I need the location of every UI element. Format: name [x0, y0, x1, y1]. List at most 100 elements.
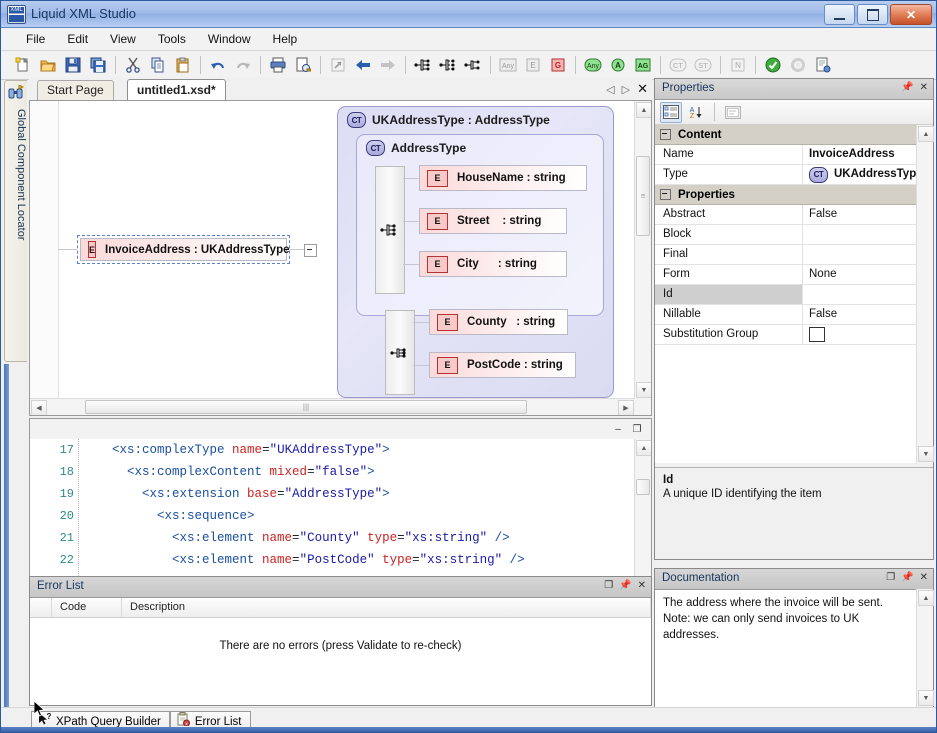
documentation-vertical-scrollbar[interactable]: ▲ ▼ [916, 589, 934, 707]
complex-type-ukaddresstype[interactable]: CT UKAddressType : AddressType CT Addres… [337, 106, 614, 398]
property-pages-button[interactable] [722, 102, 744, 123]
add-choice-icon[interactable] [436, 53, 460, 77]
pin-icon[interactable]: 📌 [901, 572, 913, 583]
diagram-canvas[interactable]: CT UKAddressType : AddressType CT Addres… [30, 101, 635, 399]
diagram-horizontal-scrollbar[interactable]: ◀ ||| ▶ [30, 398, 635, 415]
sequence-indicator-inner[interactable] [375, 166, 405, 294]
property-row[interactable]: Final [655, 245, 933, 265]
scroll-down-arrow-icon[interactable]: ▼ [918, 446, 934, 462]
properties-pane[interactable]: Properties 📌 ✕ AZ Content Name InvoiceAd… [654, 78, 934, 560]
code-line[interactable]: <xs:element name="PostCode" type="xs:str… [82, 549, 635, 571]
property-row[interactable]: Abstract False [655, 205, 933, 225]
menu-item-view[interactable]: View [99, 29, 147, 49]
scroll-thumb[interactable]: ≡ [636, 156, 650, 236]
element-invoiceaddress[interactable]: E InvoiceAddress : UKAddressType [80, 238, 290, 261]
code-line[interactable]: <xs:sequence> [82, 505, 635, 527]
pin-icon[interactable]: 📌 [619, 580, 631, 591]
any-icon[interactable]: Any [496, 53, 520, 77]
notation-icon[interactable]: N [726, 53, 750, 77]
property-value[interactable] [803, 245, 933, 264]
selected-element-node[interactable]: E InvoiceAddress : UKAddressType [77, 235, 290, 264]
scroll-right-arrow-icon[interactable]: ▶ [618, 400, 634, 415]
property-value[interactable] [803, 225, 933, 244]
diagram-vertical-scrollbar[interactable]: ▲ ≡ ▼ [634, 101, 651, 399]
tab-start-page[interactable]: Start Page [37, 80, 114, 100]
categorized-view-button[interactable] [660, 101, 682, 123]
tab-untitled1-xsd[interactable]: untitled1.xsd* [127, 79, 226, 101]
tab-prev-icon[interactable]: ◁ [606, 83, 614, 96]
close-icon[interactable]: ✕ [920, 82, 928, 93]
error-column-description[interactable]: Description [122, 598, 651, 617]
element-county[interactable]: E County : string [429, 309, 568, 335]
cut-icon[interactable] [121, 53, 145, 77]
property-value[interactable]: None [803, 265, 933, 284]
property-row[interactable]: Form None [655, 265, 933, 285]
tab-next-icon[interactable]: ▷ [622, 83, 630, 96]
scroll-left-arrow-icon[interactable]: ◀ [31, 400, 47, 415]
schema-diagram-pane[interactable]: CT UKAddressType : AddressType CT Addres… [29, 100, 652, 416]
property-row[interactable]: Id [655, 285, 933, 305]
complex-type-icon[interactable]: CT [666, 53, 690, 77]
open-file-icon[interactable] [36, 53, 60, 77]
undo-icon[interactable] [206, 53, 230, 77]
property-row[interactable]: Substitution Group [655, 325, 933, 345]
properties-vertical-scrollbar[interactable]: ▲ ▼ [916, 125, 934, 463]
element-housename[interactable]: E HouseName : string [419, 165, 587, 191]
add-all-icon[interactable] [461, 53, 485, 77]
navigate-icon[interactable] [326, 53, 350, 77]
save-icon[interactable] [61, 53, 85, 77]
scroll-up-arrow-icon[interactable]: ▲ [636, 102, 651, 118]
documentation-pane[interactable]: Documentation ❐ 📌 ✕ The address where th… [654, 568, 934, 708]
code-line[interactable]: <xs:complexType name="UKAddressType"> [82, 439, 635, 461]
new-file-icon[interactable] [11, 53, 35, 77]
scroll-down-arrow-icon[interactable]: ▼ [636, 382, 651, 398]
substitution-group-field[interactable] [809, 327, 825, 342]
property-value[interactable]: CT UKAddressType [803, 165, 933, 184]
element-street[interactable]: E Street : string [419, 208, 567, 234]
simple-type-icon[interactable]: ST [691, 53, 715, 77]
property-value[interactable] [803, 285, 933, 304]
collapse-node-button[interactable] [304, 244, 317, 257]
save-all-icon[interactable] [86, 53, 110, 77]
menu-item-edit[interactable]: Edit [56, 29, 99, 49]
attribute-group-icon[interactable]: AG [631, 53, 655, 77]
property-value[interactable]: InvoiceAddress [803, 145, 933, 164]
minimize-button[interactable] [824, 4, 855, 25]
alphabetical-sort-button[interactable]: AZ [685, 102, 707, 123]
float-icon[interactable]: ❐ [886, 572, 895, 583]
back-icon[interactable] [351, 53, 375, 77]
group-icon[interactable]: G [546, 53, 570, 77]
close-icon[interactable]: ✕ [920, 572, 928, 583]
scroll-thumb[interactable] [636, 479, 650, 495]
close-button[interactable]: ✕ [890, 4, 932, 25]
validate-icon[interactable] [761, 53, 785, 77]
menu-item-help[interactable]: Help [262, 29, 309, 49]
property-row[interactable]: Nillable False [655, 305, 933, 325]
property-row[interactable]: Name InvoiceAddress [655, 145, 933, 165]
print-icon[interactable] [266, 53, 290, 77]
generate-code-icon[interactable] [811, 53, 835, 77]
error-list-pane[interactable]: Error List ❐ 📌 ✕ Code Description There … [29, 576, 652, 706]
copy-icon[interactable] [146, 53, 170, 77]
code-line[interactable]: <xs:element name="County" type="xs:strin… [82, 527, 635, 549]
add-sequence-icon[interactable] [411, 53, 435, 77]
scroll-up-arrow-icon[interactable]: ▲ [636, 440, 651, 456]
paste-icon[interactable] [171, 53, 195, 77]
sidebar-item-global-component-locator[interactable]: Global Component Locator [4, 80, 27, 362]
collapse-icon[interactable] [660, 129, 671, 140]
scroll-up-arrow-icon[interactable]: ▲ [918, 126, 934, 142]
property-category-properties[interactable]: Properties [655, 185, 933, 205]
code-minimize-button[interactable]: – [611, 422, 625, 436]
print-preview-icon[interactable] [291, 53, 315, 77]
any-attribute-icon[interactable]: Any [581, 53, 605, 77]
settings-icon[interactable] [786, 53, 810, 77]
menu-item-window[interactable]: Window [197, 29, 262, 49]
property-category-content[interactable]: Content [655, 125, 933, 145]
redo-icon[interactable] [231, 53, 255, 77]
element-icon[interactable]: E [521, 53, 545, 77]
sequence-indicator-outer[interactable] [385, 310, 415, 395]
code-line[interactable]: <xs:complexContent mixed="false"> [82, 461, 635, 483]
attribute-icon[interactable]: A [606, 53, 630, 77]
menu-item-tools[interactable]: Tools [147, 29, 197, 49]
property-row[interactable]: Type CT UKAddressType [655, 165, 933, 185]
